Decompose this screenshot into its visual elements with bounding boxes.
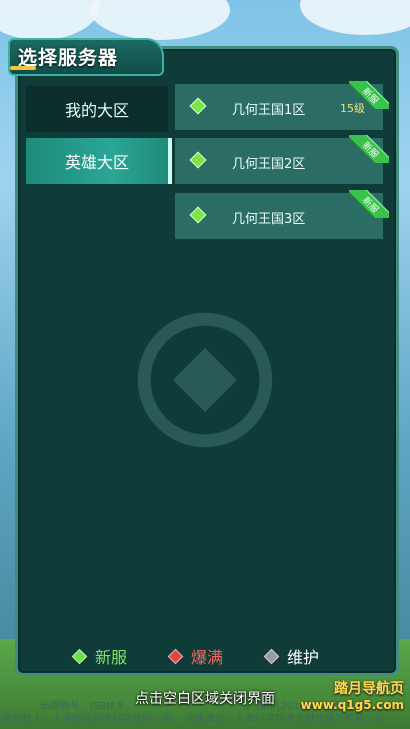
gray-diamond-icon: [263, 648, 280, 664]
legend-full: 爆满: [167, 644, 223, 668]
new-status-icon: [189, 206, 207, 224]
legend-new: 新服: [71, 644, 127, 668]
new-server-ribbon: 新服: [349, 81, 389, 109]
cloud-decoration: [0, 0, 100, 40]
brand-url: www.q1g5.com: [300, 698, 404, 712]
footer-copyright-line: 著作权人：上海烛际网络科技有限公司 出版单位：上海科学技术文献出版社有限公司: [2, 714, 386, 725]
game-logo-watermark: [137, 312, 273, 448]
new-server-ribbon: 新服: [349, 135, 389, 163]
new-status-icon: [189, 97, 207, 115]
region-tab-hero-region[interactable]: 英雄大区: [26, 138, 172, 184]
server-name: 几何王国3区: [232, 212, 306, 227]
server-name: 几何王国1区: [232, 103, 306, 118]
green-diamond-icon: [71, 648, 88, 664]
new-status-icon: [189, 151, 207, 169]
new-server-ribbon: 新服: [349, 190, 389, 218]
title-decoration: [10, 66, 36, 70]
server-item-2[interactable]: 几何王国2区 新服: [175, 135, 389, 184]
server-item-1[interactable]: 几何王国1区 15级 新服: [175, 81, 389, 130]
red-diamond-icon: [167, 648, 184, 664]
region-tab-label: 英雄大区: [64, 153, 129, 172]
cloud-decoration: [90, 0, 230, 40]
server-item-3[interactable]: 几何王国3区 新服: [175, 190, 389, 239]
server-name: 几何王国2区: [232, 157, 306, 172]
brand-watermark: 踏月导航页 www.q1g5.com: [301, 678, 404, 712]
brand-name: 踏月导航页: [334, 681, 404, 697]
region-tab-my-region[interactable]: 我的大区: [26, 86, 168, 132]
legend-maintenance: 维护: [263, 644, 319, 668]
region-tab-label: 我的大区: [64, 101, 129, 120]
cloud-decoration: [300, 0, 410, 35]
